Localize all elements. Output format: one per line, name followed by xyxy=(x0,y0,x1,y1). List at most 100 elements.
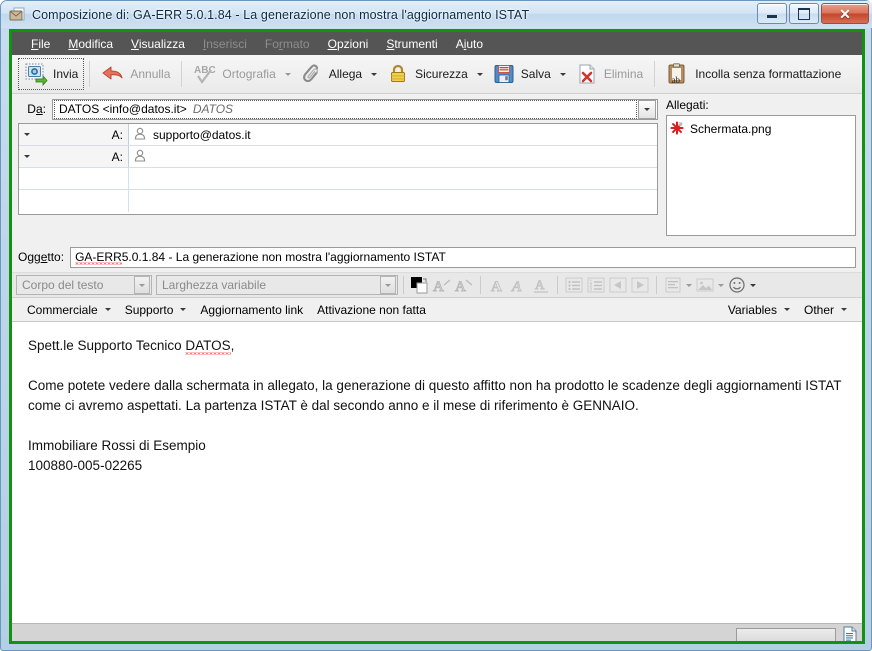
menu-opzioni[interactable]: Opzioni xyxy=(319,34,378,54)
text-color-icon[interactable] xyxy=(409,275,431,295)
paste-plain-button[interactable]: ab Incolla senza formattazione xyxy=(660,58,847,90)
menu-visualizza[interactable]: Visualizza xyxy=(122,34,194,54)
spellcheck-abc-icon: ABC xyxy=(193,62,217,86)
snippet-supporto[interactable]: Supporto xyxy=(118,300,194,320)
security-button[interactable]: Sicurezza xyxy=(380,58,474,90)
insert-image-icon xyxy=(694,275,716,295)
close-button[interactable]: ✕ xyxy=(821,3,869,24)
align-dropdown-arrow[interactable] xyxy=(684,283,694,287)
menu-inserisci: Inserisci xyxy=(202,36,247,51)
recipient-row[interactable]: A: xyxy=(19,146,657,168)
subject-misspelled-word: GA-ERR xyxy=(75,249,122,264)
indent-icon xyxy=(629,275,651,295)
body-greeting-prefix: Spett.le Supporto Tecnico xyxy=(28,338,186,353)
from-dropdown-button[interactable] xyxy=(638,99,656,119)
recipient-type-selector[interactable] xyxy=(19,168,129,189)
paste-plain-button-label: Incolla senza formattazione xyxy=(695,67,842,81)
recipient-input[interactable] xyxy=(129,146,657,167)
recipient-type-selector[interactable] xyxy=(19,190,129,212)
svg-text:A: A xyxy=(491,279,502,294)
smiley-dropdown-arrow[interactable] xyxy=(748,283,758,287)
font-family-combobox[interactable]: Larghezza variabile xyxy=(156,275,398,295)
recipient-row[interactable] xyxy=(19,168,657,190)
toolbar-separator xyxy=(654,61,656,87)
send-button[interactable]: Invia xyxy=(18,58,85,90)
format-separator xyxy=(480,276,481,294)
chevron-down-icon xyxy=(371,72,378,76)
recipient-input[interactable]: supporto@datos.it xyxy=(129,124,657,145)
main-toolbar: Invia Annulla ABC Ortografia Allega Sicu… xyxy=(12,55,862,94)
minimize-button[interactable] xyxy=(757,3,787,24)
svg-text:ab: ab xyxy=(672,75,681,85)
snippet-label: Other xyxy=(803,302,834,317)
delete-document-icon xyxy=(575,62,599,86)
spellcheck-dropdown-arrow[interactable] xyxy=(282,58,294,90)
recipient-row[interactable] xyxy=(19,190,657,212)
subject-label: Oggetto: xyxy=(18,250,65,264)
from-combobox[interactable]: DATOS <info@datos.it> DATOS xyxy=(52,98,658,120)
insert-image-dropdown-arrow[interactable] xyxy=(716,283,726,287)
save-button[interactable]: Salva xyxy=(486,58,557,90)
subject-value: 5.0.1.84 - La generazione non mostra l'a… xyxy=(121,250,446,264)
body-signature-line1: Immobiliare Rossi di Esempio xyxy=(28,438,206,453)
menu-strumenti[interactable]: Strumenti xyxy=(377,34,446,54)
snippet-other[interactable]: Other xyxy=(797,300,854,320)
recipient-type-selector[interactable]: A: xyxy=(19,124,129,145)
paragraph-style-dropdown-button[interactable] xyxy=(134,276,150,294)
undo-button: Annulla xyxy=(95,58,176,90)
window-title: Composizione di: GA-ERR 5.0.1.84 - La ge… xyxy=(32,7,530,22)
paragraph-style-combobox[interactable]: Corpo del testo xyxy=(16,275,152,295)
recipient-address: supporto@datos.it xyxy=(153,127,251,142)
chevron-down-icon xyxy=(476,72,483,76)
send-button-label: Invia xyxy=(53,67,79,81)
svg-text:A: A xyxy=(455,279,466,294)
recipient-row[interactable]: A: supporto@datos.it xyxy=(19,124,657,146)
save-dropdown-arrow[interactable] xyxy=(557,58,569,90)
attachment-item[interactable]: Schermata.png xyxy=(670,120,852,138)
status-bar xyxy=(12,623,862,641)
document-status-icon[interactable] xyxy=(842,626,858,641)
chevron-down-icon xyxy=(139,283,145,287)
message-body-editor[interactable]: Spett.le Supporto Tecnico DATOS, Come po… xyxy=(12,322,862,623)
format-separator xyxy=(403,276,404,294)
minimize-icon xyxy=(767,15,777,18)
menu-aiuto[interactable]: Aiuto xyxy=(447,34,492,54)
subject-input[interactable]: GA-ERR 5.0.1.84 - La generazione non mos… xyxy=(70,246,856,268)
snippet-aggiornamento-link[interactable]: Aggiornamento link xyxy=(193,300,310,320)
svg-text:A: A xyxy=(511,279,522,294)
maximize-button[interactable] xyxy=(789,3,819,24)
paragraph-style-value: Corpo del testo xyxy=(22,278,104,292)
recipient-input[interactable] xyxy=(129,190,657,212)
recipients-list[interactable]: A: supporto@datos.it A: xyxy=(18,123,658,215)
contact-icon xyxy=(134,149,146,165)
recipient-type-label: A: xyxy=(111,127,123,142)
snippet-attivazione-non-fatta[interactable]: Attivazione non fatta xyxy=(310,300,433,320)
spellcheck-button-label: Ortografia xyxy=(222,67,276,81)
menu-modifica[interactable]: Modifica xyxy=(59,34,122,54)
floppy-disk-icon xyxy=(492,62,516,86)
attach-button[interactable]: Allega xyxy=(294,58,368,90)
recipient-type-selector[interactable]: A: xyxy=(19,146,129,167)
snippet-label: Variables xyxy=(727,302,777,317)
snippet-variables[interactable]: Variables xyxy=(721,300,797,320)
bold-icon: A xyxy=(486,275,508,295)
chevron-down-icon xyxy=(559,72,566,76)
security-dropdown-arrow[interactable] xyxy=(474,58,486,90)
font-family-dropdown-button[interactable] xyxy=(380,276,396,294)
chevron-down-icon xyxy=(841,308,847,311)
message-headers: Da: DATOS <info@datos.it> DATOS A: suppo… xyxy=(12,94,862,246)
outdent-icon xyxy=(607,275,629,295)
attach-dropdown-arrow[interactable] xyxy=(368,58,380,90)
undo-button-label: Annulla xyxy=(130,67,171,81)
chevron-down-icon xyxy=(284,72,291,76)
recipient-input[interactable] xyxy=(129,168,657,189)
snippet-commerciale[interactable]: Commerciale xyxy=(20,300,118,320)
headers-left-column: Da: DATOS <info@datos.it> DATOS A: suppo… xyxy=(18,98,658,244)
chevron-down-icon xyxy=(718,283,724,287)
chevron-down-icon xyxy=(385,283,391,287)
body-greeting: Spett.le Supporto Tecnico DATOS, xyxy=(28,336,846,356)
attachments-list[interactable]: Schermata.png xyxy=(666,115,856,236)
from-input[interactable]: DATOS <info@datos.it> DATOS xyxy=(54,99,637,119)
smiley-icon[interactable] xyxy=(726,275,748,295)
menu-file[interactable]: File xyxy=(22,34,59,54)
